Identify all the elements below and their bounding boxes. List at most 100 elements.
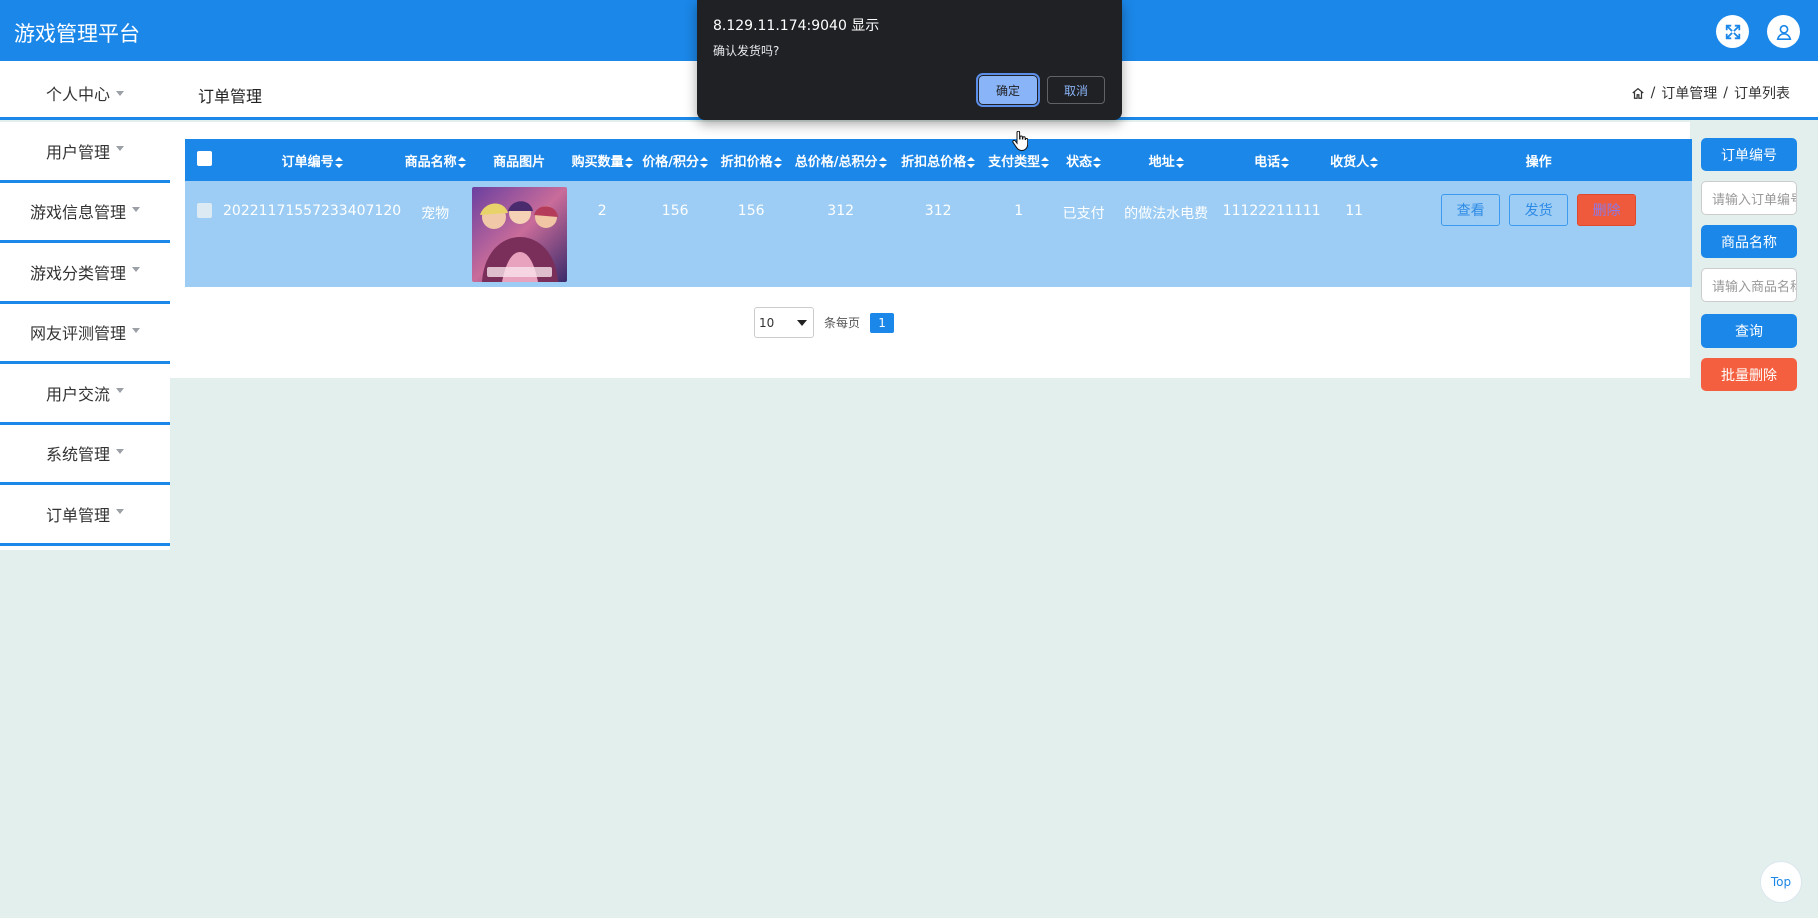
pagination: 10 条每页 1 [754,307,895,338]
home-icon[interactable] [1631,86,1645,100]
column-header: 操作 [1385,139,1692,181]
dialog-cancel-button[interactable]: 取消 [1047,76,1105,104]
column-header[interactable]: 地址 [1112,139,1221,181]
sidebar-item-label: 系统管理 [45,445,110,465]
chevron-down-icon [132,327,140,333]
breadcrumb-level2: 订单列表 [1734,86,1790,102]
column-header[interactable]: 折扣总价格 [894,139,983,181]
fullscreen-icon[interactable] [1716,15,1749,48]
product-name-input[interactable]: 请输入商品名称 [1701,268,1797,302]
sort-icon[interactable] [457,156,466,168]
order-no-input[interactable]: 请输入订单编号 [1701,181,1797,215]
orders-table: 订单编号 商品名称 商品图片 购买数量 价格/积分 折扣价格 总价格/总积分 折… [185,139,1692,287]
cell-price: 156 [635,181,716,287]
dialog-origin: 8.129.11.174:9040 显示 [713,18,880,34]
column-header[interactable]: 商品名称 [401,139,470,181]
sort-icon[interactable] [624,156,633,168]
hand-cursor-icon [1012,131,1028,151]
cell-order-no: 20221171557233407120 [223,181,402,287]
cell-product-name: 宠物 [401,181,470,287]
delete-button[interactable]: 删除 [1577,194,1637,226]
personal-center-menu[interactable]: 个人中心 [46,81,125,105]
sort-icon[interactable] [1041,156,1050,168]
breadcrumb: / 订单管理 / 订单列表 [1631,83,1790,103]
sort-icon[interactable] [967,156,976,168]
column-header[interactable]: 折扣价格 [715,139,788,181]
cell-receiver: 11 [1323,181,1386,287]
sidebar: 用户管理 游戏信息管理 游戏分类管理 网友评测管理 用户交流 系统管理 订单管理 [0,122,170,550]
chevron-down-icon [116,91,125,96]
dialog-message: 确认发货吗? [713,44,780,58]
select-all-cell [185,139,223,181]
breadcrumb-sep: / [1723,85,1728,101]
chevron-down-icon [132,267,140,273]
sort-icon[interactable] [1175,156,1184,168]
back-to-top-button[interactable]: Top [1760,861,1802,903]
sort-icon[interactable] [700,156,709,168]
dialog-ok-button[interactable]: 确定 [976,73,1040,107]
app-title: 游戏管理平台 [14,22,140,46]
table-row: 20221171557233407120 宠物 2 156 156 312 31… [185,181,1692,287]
cell-status: 已支付 [1055,181,1113,287]
cell-discount-total: 312 [894,181,983,287]
column-header[interactable]: 价格/积分 [635,139,716,181]
column-header[interactable]: 电话 [1220,139,1324,181]
sort-icon[interactable] [334,156,343,168]
chevron-down-icon [116,509,124,515]
table-header-row: 订单编号 商品名称 商品图片 购买数量 价格/积分 折扣价格 总价格/总积分 折… [185,139,1692,181]
page-title: 订单管理 [198,87,263,106]
sort-icon[interactable] [878,156,887,168]
column-header: 商品图片 [469,139,570,181]
page-number-button[interactable]: 1 [870,312,895,333]
sidebar-item-label: 用户交流 [45,384,110,404]
row-checkbox[interactable] [196,203,212,218]
sidebar-item-label: 订单管理 [45,505,110,525]
per-page-label: 条每页 [824,316,861,330]
sidebar-item-label: 游戏分类管理 [29,263,126,283]
search-panel: 订单编号 请输入订单编号 商品名称 请输入商品名称 查询 批量删除 [1701,138,1797,391]
batch-delete-button[interactable]: 批量删除 [1701,358,1797,391]
personal-center-label: 个人中心 [46,85,111,104]
sidebar-item-label: 网友评测管理 [29,324,126,344]
column-header[interactable]: 订单编号 [223,139,402,181]
chevron-down-icon [116,146,124,152]
order-no-label-button[interactable]: 订单编号 [1701,138,1797,171]
sort-icon[interactable] [1093,156,1102,168]
chevron-down-icon [116,448,124,454]
cell-quantity: 2 [569,181,636,287]
sidebar-item-orders[interactable]: 订单管理 [0,485,170,546]
column-header[interactable]: 总价格/总积分 [787,139,895,181]
chevron-down-icon [797,319,807,326]
sidebar-item-reviews[interactable]: 网友评测管理 [0,304,170,364]
row-select-cell [185,181,223,287]
column-header[interactable]: 状态 [1055,139,1113,181]
sort-icon[interactable] [773,156,782,168]
sidebar-item-system[interactable]: 系统管理 [0,425,170,485]
confirm-dialog: 8.129.11.174:9040 显示 确认发货吗? 确定 取消 [697,0,1122,120]
user-icon[interactable] [1767,15,1800,48]
chevron-down-icon [132,206,140,212]
sidebar-item-user-exchange[interactable]: 用户交流 [0,364,170,425]
sort-icon[interactable] [1281,156,1290,168]
select-all-checkbox[interactable] [196,150,212,166]
sidebar-item-game-category[interactable]: 游戏分类管理 [0,243,170,304]
page-size-value: 10 [759,315,775,330]
column-header[interactable]: 购买数量 [569,139,636,181]
sort-icon[interactable] [1370,156,1379,168]
view-button[interactable]: 查看 [1441,194,1501,226]
cell-address: 的做法水电费 [1112,181,1221,287]
cell-total-price: 312 [787,181,895,287]
product-thumbnail[interactable] [471,187,567,282]
ship-button[interactable]: 发货 [1509,194,1569,226]
cell-pay-type: 1 [982,181,1056,287]
sidebar-item-label: 用户管理 [45,142,110,162]
column-header[interactable]: 收货人 [1323,139,1386,181]
query-button[interactable]: 查询 [1701,314,1797,348]
breadcrumb-level1[interactable]: 订单管理 [1661,83,1717,103]
cell-actions: 查看 发货 删除 [1385,181,1692,287]
product-name-label-button[interactable]: 商品名称 [1701,225,1797,258]
page-size-select[interactable]: 10 [754,307,814,338]
sidebar-item-game-info[interactable]: 游戏信息管理 [0,183,170,243]
sidebar-item-users[interactable]: 用户管理 [0,122,170,183]
cell-discount-price: 156 [715,181,788,287]
